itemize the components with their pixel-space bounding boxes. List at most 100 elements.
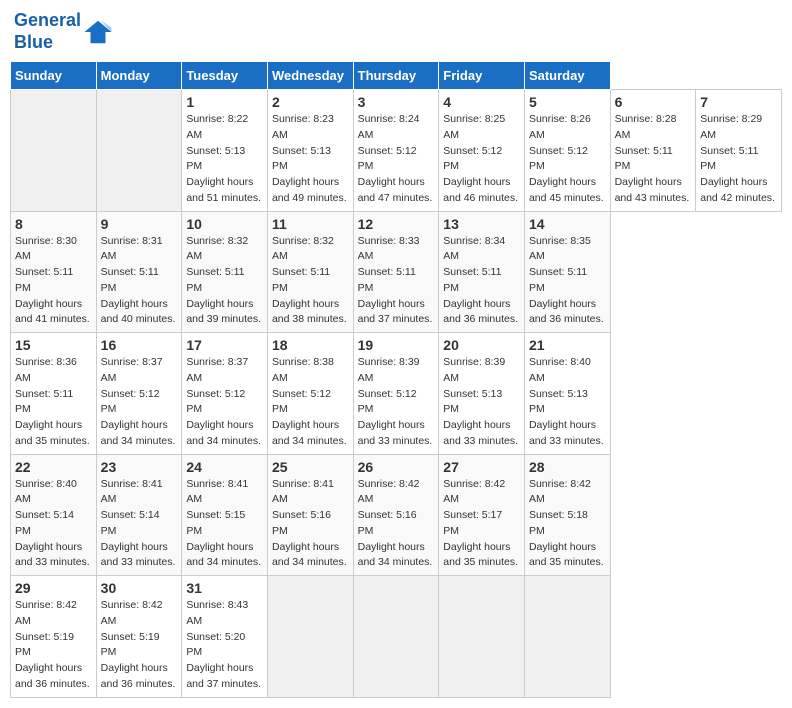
day-info: Sunrise: 8:40 AMSunset: 5:14 PMDaylight … [15, 477, 92, 572]
day-cell-19: 19 Sunrise: 8:39 AMSunset: 5:12 PMDaylig… [353, 333, 439, 455]
day-info: Sunrise: 8:30 AMSunset: 5:11 PMDaylight … [15, 234, 92, 329]
empty-cell [11, 90, 97, 212]
empty-cell [96, 90, 182, 212]
header-row: SundayMondayTuesdayWednesdayThursdayFrid… [11, 62, 782, 90]
day-number: 4 [443, 94, 520, 110]
empty-cell [524, 576, 610, 698]
day-info: Sunrise: 8:42 AMSunset: 5:18 PMDaylight … [529, 477, 606, 572]
day-info: Sunrise: 8:35 AMSunset: 5:11 PMDaylight … [529, 234, 606, 329]
day-cell-20: 20 Sunrise: 8:39 AMSunset: 5:13 PMDaylig… [439, 333, 525, 455]
day-cell-14: 14 Sunrise: 8:35 AMSunset: 5:11 PMDaylig… [524, 211, 610, 333]
day-number: 2 [272, 94, 349, 110]
day-number: 6 [615, 94, 692, 110]
day-info: Sunrise: 8:34 AMSunset: 5:11 PMDaylight … [443, 234, 520, 329]
day-cell-17: 17 Sunrise: 8:37 AMSunset: 5:12 PMDaylig… [182, 333, 268, 455]
day-number: 24 [186, 459, 263, 475]
day-cell-8: 8 Sunrise: 8:30 AMSunset: 5:11 PMDayligh… [11, 211, 97, 333]
day-cell-18: 18 Sunrise: 8:38 AMSunset: 5:12 PMDaylig… [267, 333, 353, 455]
day-info: Sunrise: 8:32 AMSunset: 5:11 PMDaylight … [186, 234, 263, 329]
day-number: 13 [443, 216, 520, 232]
day-info: Sunrise: 8:43 AMSunset: 5:20 PMDaylight … [186, 598, 263, 693]
week-row-2: 8 Sunrise: 8:30 AMSunset: 5:11 PMDayligh… [11, 211, 782, 333]
day-cell-3: 3 Sunrise: 8:24 AMSunset: 5:12 PMDayligh… [353, 90, 439, 212]
day-info: Sunrise: 8:41 AMSunset: 5:15 PMDaylight … [186, 477, 263, 572]
day-info: Sunrise: 8:25 AMSunset: 5:12 PMDaylight … [443, 112, 520, 207]
week-row-4: 22 Sunrise: 8:40 AMSunset: 5:14 PMDaylig… [11, 454, 782, 576]
day-cell-21: 21 Sunrise: 8:40 AMSunset: 5:13 PMDaylig… [524, 333, 610, 455]
empty-cell [267, 576, 353, 698]
day-number: 22 [15, 459, 92, 475]
day-cell-26: 26 Sunrise: 8:42 AMSunset: 5:16 PMDaylig… [353, 454, 439, 576]
logo-icon [83, 17, 113, 47]
col-header-thursday: Thursday [353, 62, 439, 90]
day-number: 31 [186, 580, 263, 596]
day-info: Sunrise: 8:39 AMSunset: 5:13 PMDaylight … [443, 355, 520, 450]
day-cell-7: 7 Sunrise: 8:29 AMSunset: 5:11 PMDayligh… [696, 90, 782, 212]
day-number: 11 [272, 216, 349, 232]
day-cell-25: 25 Sunrise: 8:41 AMSunset: 5:16 PMDaylig… [267, 454, 353, 576]
day-cell-12: 12 Sunrise: 8:33 AMSunset: 5:11 PMDaylig… [353, 211, 439, 333]
day-number: 8 [15, 216, 92, 232]
day-number: 28 [529, 459, 606, 475]
day-info: Sunrise: 8:33 AMSunset: 5:11 PMDaylight … [358, 234, 435, 329]
day-cell-10: 10 Sunrise: 8:32 AMSunset: 5:11 PMDaylig… [182, 211, 268, 333]
day-number: 3 [358, 94, 435, 110]
day-number: 9 [101, 216, 178, 232]
day-cell-5: 5 Sunrise: 8:26 AMSunset: 5:12 PMDayligh… [524, 90, 610, 212]
day-cell-23: 23 Sunrise: 8:41 AMSunset: 5:14 PMDaylig… [96, 454, 182, 576]
day-number: 14 [529, 216, 606, 232]
day-info: Sunrise: 8:28 AMSunset: 5:11 PMDaylight … [615, 112, 692, 207]
day-number: 16 [101, 337, 178, 353]
day-cell-28: 28 Sunrise: 8:42 AMSunset: 5:18 PMDaylig… [524, 454, 610, 576]
empty-cell [353, 576, 439, 698]
day-info: Sunrise: 8:41 AMSunset: 5:14 PMDaylight … [101, 477, 178, 572]
day-info: Sunrise: 8:38 AMSunset: 5:12 PMDaylight … [272, 355, 349, 450]
day-info: Sunrise: 8:26 AMSunset: 5:12 PMDaylight … [529, 112, 606, 207]
day-cell-1: 1 Sunrise: 8:22 AMSunset: 5:13 PMDayligh… [182, 90, 268, 212]
col-header-wednesday: Wednesday [267, 62, 353, 90]
day-cell-2: 2 Sunrise: 8:23 AMSunset: 5:13 PMDayligh… [267, 90, 353, 212]
day-cell-29: 29 Sunrise: 8:42 AMSunset: 5:19 PMDaylig… [11, 576, 97, 698]
day-cell-4: 4 Sunrise: 8:25 AMSunset: 5:12 PMDayligh… [439, 90, 525, 212]
day-number: 19 [358, 337, 435, 353]
day-number: 18 [272, 337, 349, 353]
day-cell-6: 6 Sunrise: 8:28 AMSunset: 5:11 PMDayligh… [610, 90, 696, 212]
day-number: 30 [101, 580, 178, 596]
day-info: Sunrise: 8:42 AMSunset: 5:19 PMDaylight … [101, 598, 178, 693]
day-cell-30: 30 Sunrise: 8:42 AMSunset: 5:19 PMDaylig… [96, 576, 182, 698]
day-info: Sunrise: 8:39 AMSunset: 5:12 PMDaylight … [358, 355, 435, 450]
day-number: 10 [186, 216, 263, 232]
logo: GeneralBlue [14, 10, 113, 53]
day-number: 27 [443, 459, 520, 475]
day-info: Sunrise: 8:42 AMSunset: 5:16 PMDaylight … [358, 477, 435, 572]
day-info: Sunrise: 8:29 AMSunset: 5:11 PMDaylight … [700, 112, 777, 207]
page-header: GeneralBlue [10, 10, 782, 53]
week-row-1: 1 Sunrise: 8:22 AMSunset: 5:13 PMDayligh… [11, 90, 782, 212]
day-info: Sunrise: 8:32 AMSunset: 5:11 PMDaylight … [272, 234, 349, 329]
week-row-5: 29 Sunrise: 8:42 AMSunset: 5:19 PMDaylig… [11, 576, 782, 698]
day-cell-13: 13 Sunrise: 8:34 AMSunset: 5:11 PMDaylig… [439, 211, 525, 333]
empty-cell [439, 576, 525, 698]
day-number: 25 [272, 459, 349, 475]
day-info: Sunrise: 8:24 AMSunset: 5:12 PMDaylight … [358, 112, 435, 207]
col-header-saturday: Saturday [524, 62, 610, 90]
day-number: 5 [529, 94, 606, 110]
day-info: Sunrise: 8:42 AMSunset: 5:17 PMDaylight … [443, 477, 520, 572]
day-cell-9: 9 Sunrise: 8:31 AMSunset: 5:11 PMDayligh… [96, 211, 182, 333]
day-number: 7 [700, 94, 777, 110]
day-number: 12 [358, 216, 435, 232]
day-info: Sunrise: 8:31 AMSunset: 5:11 PMDaylight … [101, 234, 178, 329]
day-cell-22: 22 Sunrise: 8:40 AMSunset: 5:14 PMDaylig… [11, 454, 97, 576]
week-row-3: 15 Sunrise: 8:36 AMSunset: 5:11 PMDaylig… [11, 333, 782, 455]
day-info: Sunrise: 8:37 AMSunset: 5:12 PMDaylight … [186, 355, 263, 450]
day-info: Sunrise: 8:37 AMSunset: 5:12 PMDaylight … [101, 355, 178, 450]
day-info: Sunrise: 8:36 AMSunset: 5:11 PMDaylight … [15, 355, 92, 450]
day-cell-15: 15 Sunrise: 8:36 AMSunset: 5:11 PMDaylig… [11, 333, 97, 455]
logo-text: GeneralBlue [14, 10, 81, 53]
day-number: 1 [186, 94, 263, 110]
day-number: 15 [15, 337, 92, 353]
day-cell-24: 24 Sunrise: 8:41 AMSunset: 5:15 PMDaylig… [182, 454, 268, 576]
day-info: Sunrise: 8:22 AMSunset: 5:13 PMDaylight … [186, 112, 263, 207]
day-cell-16: 16 Sunrise: 8:37 AMSunset: 5:12 PMDaylig… [96, 333, 182, 455]
calendar-table: SundayMondayTuesdayWednesdayThursdayFrid… [10, 61, 782, 698]
